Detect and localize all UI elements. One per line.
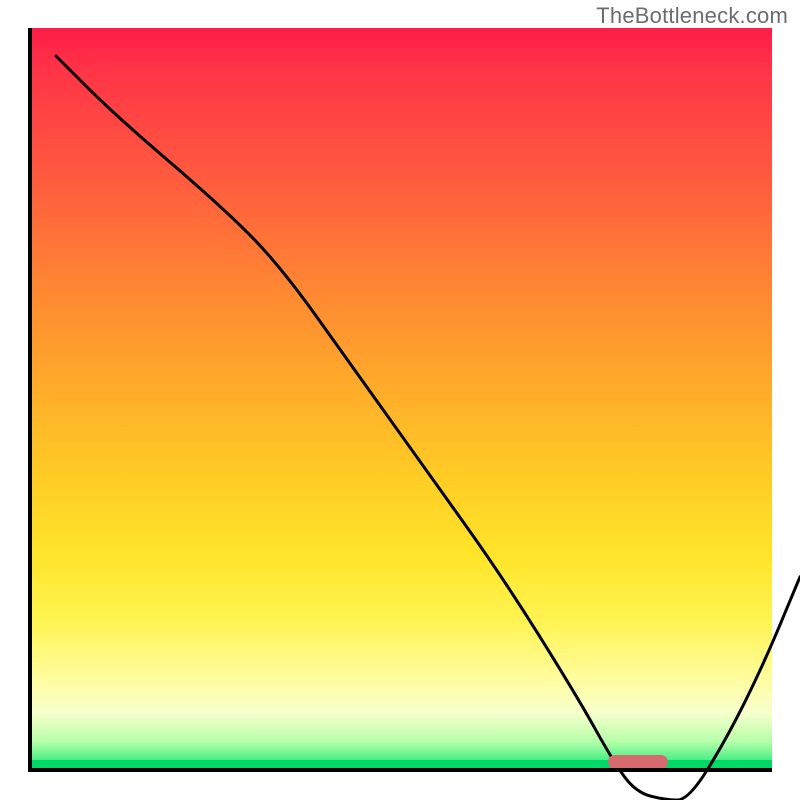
chart-container: TheBottleneck.com [0, 0, 800, 800]
plot-area [28, 28, 772, 772]
bottleneck-curve [56, 56, 800, 800]
watermark-text: TheBottleneck.com [596, 3, 788, 29]
x-axis [28, 768, 772, 772]
y-axis [28, 28, 32, 772]
optimal-marker [608, 755, 668, 769]
